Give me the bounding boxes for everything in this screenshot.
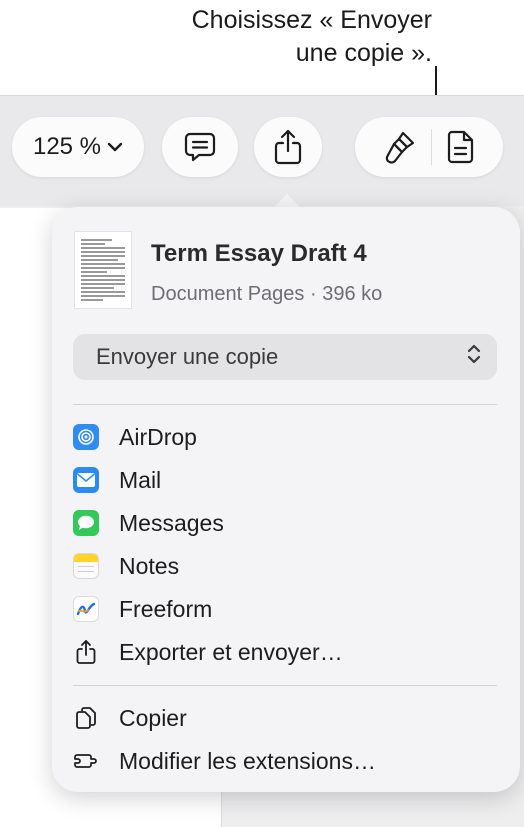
share-item-freeform[interactable]: Freeform xyxy=(73,589,497,629)
zoom-menu-button[interactable]: 125 % xyxy=(12,117,144,177)
freeform-icon xyxy=(73,596,99,622)
separator xyxy=(73,404,497,405)
callout-line-1: Choisissez « Envoyer xyxy=(191,6,432,34)
edit-extensions-item[interactable]: Modifier les extensions… xyxy=(73,741,497,781)
send-mode-value: Envoyer une copie xyxy=(96,344,279,369)
share-item-label: Exporter et envoyer… xyxy=(119,638,343,665)
chevron-up-down-icon xyxy=(467,343,481,371)
paintbrush-icon[interactable] xyxy=(383,129,417,165)
callout-text: Choisissez « Envoyer une copie ». xyxy=(192,4,432,70)
toolbar-divider xyxy=(430,129,432,165)
comment-icon xyxy=(182,130,218,164)
share-button[interactable] xyxy=(254,117,322,177)
airdrop-icon xyxy=(73,424,99,450)
send-mode-select[interactable]: Envoyer une copie xyxy=(73,334,497,380)
share-item-label: Messages xyxy=(119,509,224,536)
callout-line-2: une copie ». xyxy=(295,39,432,67)
extensions-icon xyxy=(73,748,99,774)
share-icon xyxy=(272,128,304,166)
messages-icon xyxy=(73,510,99,536)
export-icon xyxy=(73,639,99,665)
separator xyxy=(73,685,497,686)
share-item-mail[interactable]: Mail xyxy=(73,460,497,500)
format-controls xyxy=(355,117,503,177)
share-item-label: Mail xyxy=(119,466,162,493)
document-thumbnail xyxy=(74,231,132,309)
share-item-export[interactable]: Exporter et envoyer… xyxy=(73,632,497,672)
toolbar: 125 % xyxy=(0,96,524,206)
share-item-airdrop[interactable]: AirDrop xyxy=(73,417,497,457)
zoom-value: 125 % xyxy=(32,133,102,160)
share-item-notes[interactable]: Notes xyxy=(73,546,497,586)
share-item-label: Notes xyxy=(119,552,180,579)
notes-icon xyxy=(73,553,99,579)
share-item-label: Freeform xyxy=(119,595,213,622)
chevron-down-icon xyxy=(107,142,123,152)
comment-button[interactable] xyxy=(162,117,238,177)
copy-label: Copier xyxy=(119,704,187,731)
document-icon[interactable] xyxy=(446,129,476,165)
document-subtitle: Document Pages · 396 ko xyxy=(151,283,383,305)
mail-icon xyxy=(73,467,99,493)
share-item-label: AirDrop xyxy=(119,423,197,450)
share-popover: Term Essay Draft 4 Document Pages · 396 … xyxy=(52,207,520,792)
document-title: Term Essay Draft 4 xyxy=(151,240,367,267)
share-item-messages[interactable]: Messages xyxy=(73,503,497,543)
extensions-label: Modifier les extensions… xyxy=(119,747,376,774)
copy-icon xyxy=(73,705,99,731)
copy-item[interactable]: Copier xyxy=(73,698,497,738)
